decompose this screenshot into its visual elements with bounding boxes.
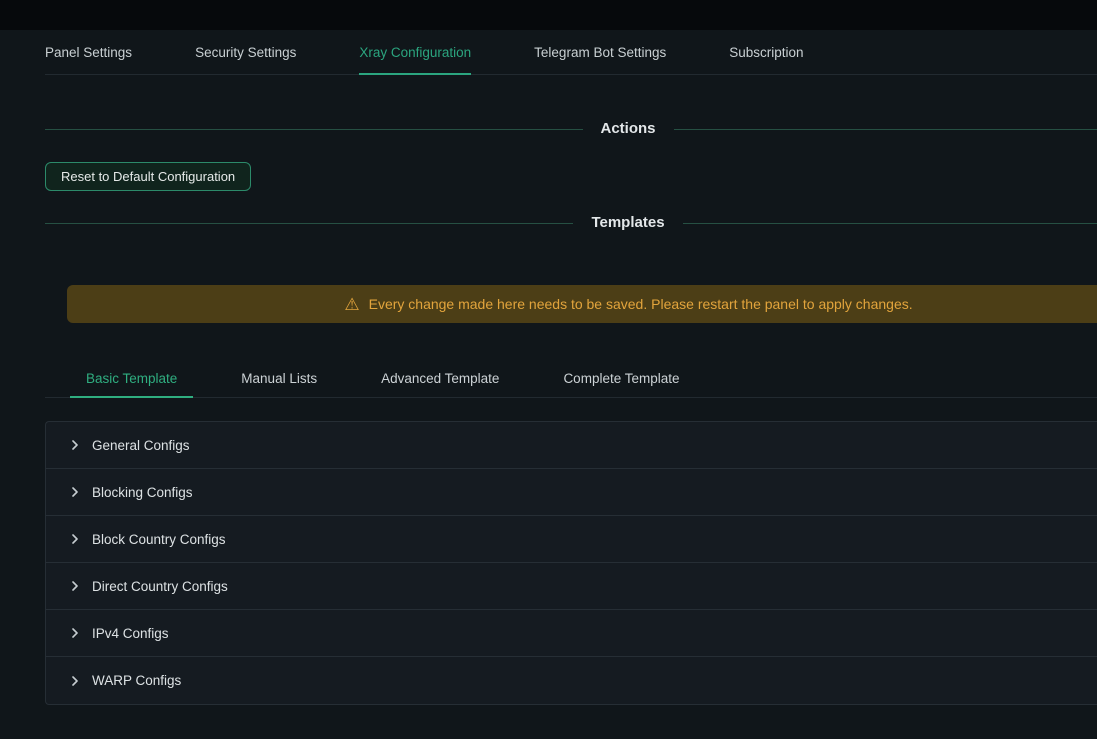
- accordion-label: IPv4 Configs: [92, 626, 169, 641]
- accordion-label: Blocking Configs: [92, 485, 193, 500]
- accordion-ipv4-configs[interactable]: IPv4 Configs: [46, 610, 1097, 657]
- actions-divider: Actions: [45, 118, 1097, 140]
- tab-panel-settings[interactable]: Panel Settings: [45, 30, 132, 74]
- chevron-right-icon: [70, 581, 80, 591]
- accordion-warp-configs[interactable]: WARP Configs: [46, 657, 1097, 704]
- template-tab-bar: Basic Template Manual Lists Advanced Tem…: [45, 360, 1097, 398]
- tab-complete-template[interactable]: Complete Template: [547, 360, 695, 397]
- accordion-label: General Configs: [92, 438, 190, 453]
- accordion-label: Block Country Configs: [92, 532, 226, 547]
- chevron-right-icon: [70, 628, 80, 638]
- warning-triangle-icon: ⚠: [344, 296, 359, 313]
- chevron-right-icon: [70, 534, 80, 544]
- actions-divider-title: Actions: [583, 118, 674, 140]
- divider-line: [45, 129, 583, 130]
- tab-manual-lists[interactable]: Manual Lists: [225, 360, 333, 397]
- templates-divider: Templates: [45, 212, 1097, 234]
- tab-basic-template[interactable]: Basic Template: [70, 360, 193, 397]
- tab-security-settings[interactable]: Security Settings: [195, 30, 296, 74]
- reset-default-config-button[interactable]: Reset to Default Configuration: [45, 162, 251, 191]
- restart-warning-alert: ⚠ Every change made here needs to be sav…: [67, 285, 1097, 323]
- tab-advanced-template[interactable]: Advanced Template: [365, 360, 515, 397]
- accordion-direct-country-configs[interactable]: Direct Country Configs: [46, 563, 1097, 610]
- templates-divider-title: Templates: [573, 212, 682, 234]
- accordion-label: WARP Configs: [92, 673, 181, 688]
- actions-row: Reset to Default Configuration: [45, 162, 1097, 191]
- divider-line: [674, 129, 1097, 130]
- configs-accordion: General Configs Blocking Configs Block C…: [45, 421, 1097, 705]
- chevron-right-icon: [70, 487, 80, 497]
- accordion-general-configs[interactable]: General Configs: [46, 422, 1097, 469]
- accordion-blocking-configs[interactable]: Blocking Configs: [46, 469, 1097, 516]
- tab-subscription[interactable]: Subscription: [729, 30, 803, 74]
- tab-xray-configuration[interactable]: Xray Configuration: [359, 30, 471, 74]
- accordion-block-country-configs[interactable]: Block Country Configs: [46, 516, 1097, 563]
- divider-line: [45, 223, 573, 224]
- divider-line: [683, 223, 1097, 224]
- chevron-right-icon: [70, 676, 80, 686]
- settings-page: Panel Settings Security Settings Xray Co…: [45, 30, 1097, 705]
- settings-tab-bar: Panel Settings Security Settings Xray Co…: [45, 30, 1097, 75]
- warning-text: Every change made here needs to be saved…: [369, 296, 913, 312]
- window-top-bar: [0, 0, 1097, 30]
- tab-telegram-bot-settings[interactable]: Telegram Bot Settings: [534, 30, 666, 74]
- chevron-right-icon: [70, 440, 80, 450]
- accordion-label: Direct Country Configs: [92, 579, 228, 594]
